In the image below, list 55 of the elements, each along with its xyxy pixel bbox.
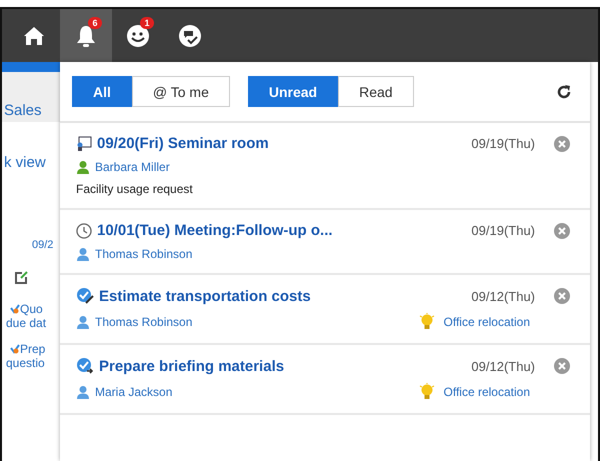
close-icon <box>554 358 570 374</box>
close-icon <box>554 288 570 304</box>
count-badge: 1 <box>140 17 154 29</box>
chat-check-icon <box>178 24 202 48</box>
user-link[interactable]: Thomas Robinson <box>95 247 192 261</box>
close-button[interactable] <box>554 288 570 304</box>
home-icon <box>23 24 45 46</box>
todo-link[interactable]: due dat <box>2 316 60 330</box>
close-button[interactable] <box>554 358 570 374</box>
notification-title[interactable]: Prepare briefing materials <box>99 358 284 374</box>
todo-link[interactable]: Prep <box>20 342 46 356</box>
user-link[interactable]: Maria Jackson <box>95 385 172 399</box>
edit-icon[interactable] <box>14 271 28 285</box>
view-link[interactable]: k view <box>2 154 60 171</box>
notification-title[interactable]: 09/20(Fri) Seminar room <box>97 135 269 152</box>
checkmark-pencil-icon <box>76 287 94 305</box>
clock-icon <box>76 222 92 238</box>
notification-item[interactable]: 10/01(Tue) Meeting:Follow-up o... 09/19(Thu) Thomas Robinson <box>60 210 590 275</box>
notification-date: 09/19(Thu) <box>471 136 535 151</box>
notification-date: 09/12(Thu) <box>471 358 535 374</box>
close-button[interactable] <box>554 136 570 152</box>
user-link[interactable]: Thomas Robinson <box>95 315 192 329</box>
space-link[interactable]: Office relocation <box>444 385 530 399</box>
checkmark-icon <box>10 304 20 314</box>
notification-date: 09/19(Thu) <box>471 223 535 238</box>
page-heading: Sales <box>4 102 42 120</box>
date-link[interactable]: 09/2 <box>2 239 60 251</box>
notification-title[interactable]: Estimate transportation costs <box>99 288 311 304</box>
lightbulb-icon <box>418 383 434 401</box>
filter-tab[interactable]: @ To me <box>132 76 230 107</box>
close-icon <box>554 136 570 152</box>
todo-link[interactable]: Quo <box>20 302 43 316</box>
filter-tab[interactable]: Unread <box>248 76 338 107</box>
lightbulb-icon <box>418 313 434 331</box>
user-link[interactable]: Barbara Miller <box>95 160 170 174</box>
filter-tab[interactable]: Read <box>338 76 414 107</box>
close-icon <box>554 222 570 238</box>
nav-bar <box>2 62 60 72</box>
filter-tab[interactable]: All <box>72 76 132 107</box>
notification-title[interactable]: 10/01(Tue) Meeting:Follow-up o... <box>97 222 333 239</box>
notification-detail: Facility usage request <box>76 182 194 196</box>
refresh-icon <box>556 84 572 100</box>
presentation-board-icon <box>76 136 92 152</box>
notification-date: 09/12(Thu) <box>471 288 535 304</box>
refresh-button[interactable] <box>556 84 572 100</box>
close-button[interactable] <box>554 222 570 238</box>
count-badge: 6 <box>88 17 102 29</box>
notification-item[interactable]: Estimate transportation costs 09/12(Thu) Thomas Robinson Office relocation <box>60 275 590 345</box>
toolbar-button[interactable]: 1 <box>112 9 164 62</box>
notification-item[interactable]: 09/20(Fri) Seminar room 09/19(Thu) Barbara Miller Facility usage request <box>60 123 590 210</box>
todo-link[interactable]: questio <box>2 356 60 370</box>
toolbar-button[interactable]: 6 <box>60 9 112 62</box>
checkmark-icon <box>10 344 20 354</box>
space-link[interactable]: Office relocation <box>444 315 530 329</box>
notification-item[interactable]: Prepare briefing materials 09/12(Thu) Maria Jackson Office relocation <box>60 345 590 415</box>
